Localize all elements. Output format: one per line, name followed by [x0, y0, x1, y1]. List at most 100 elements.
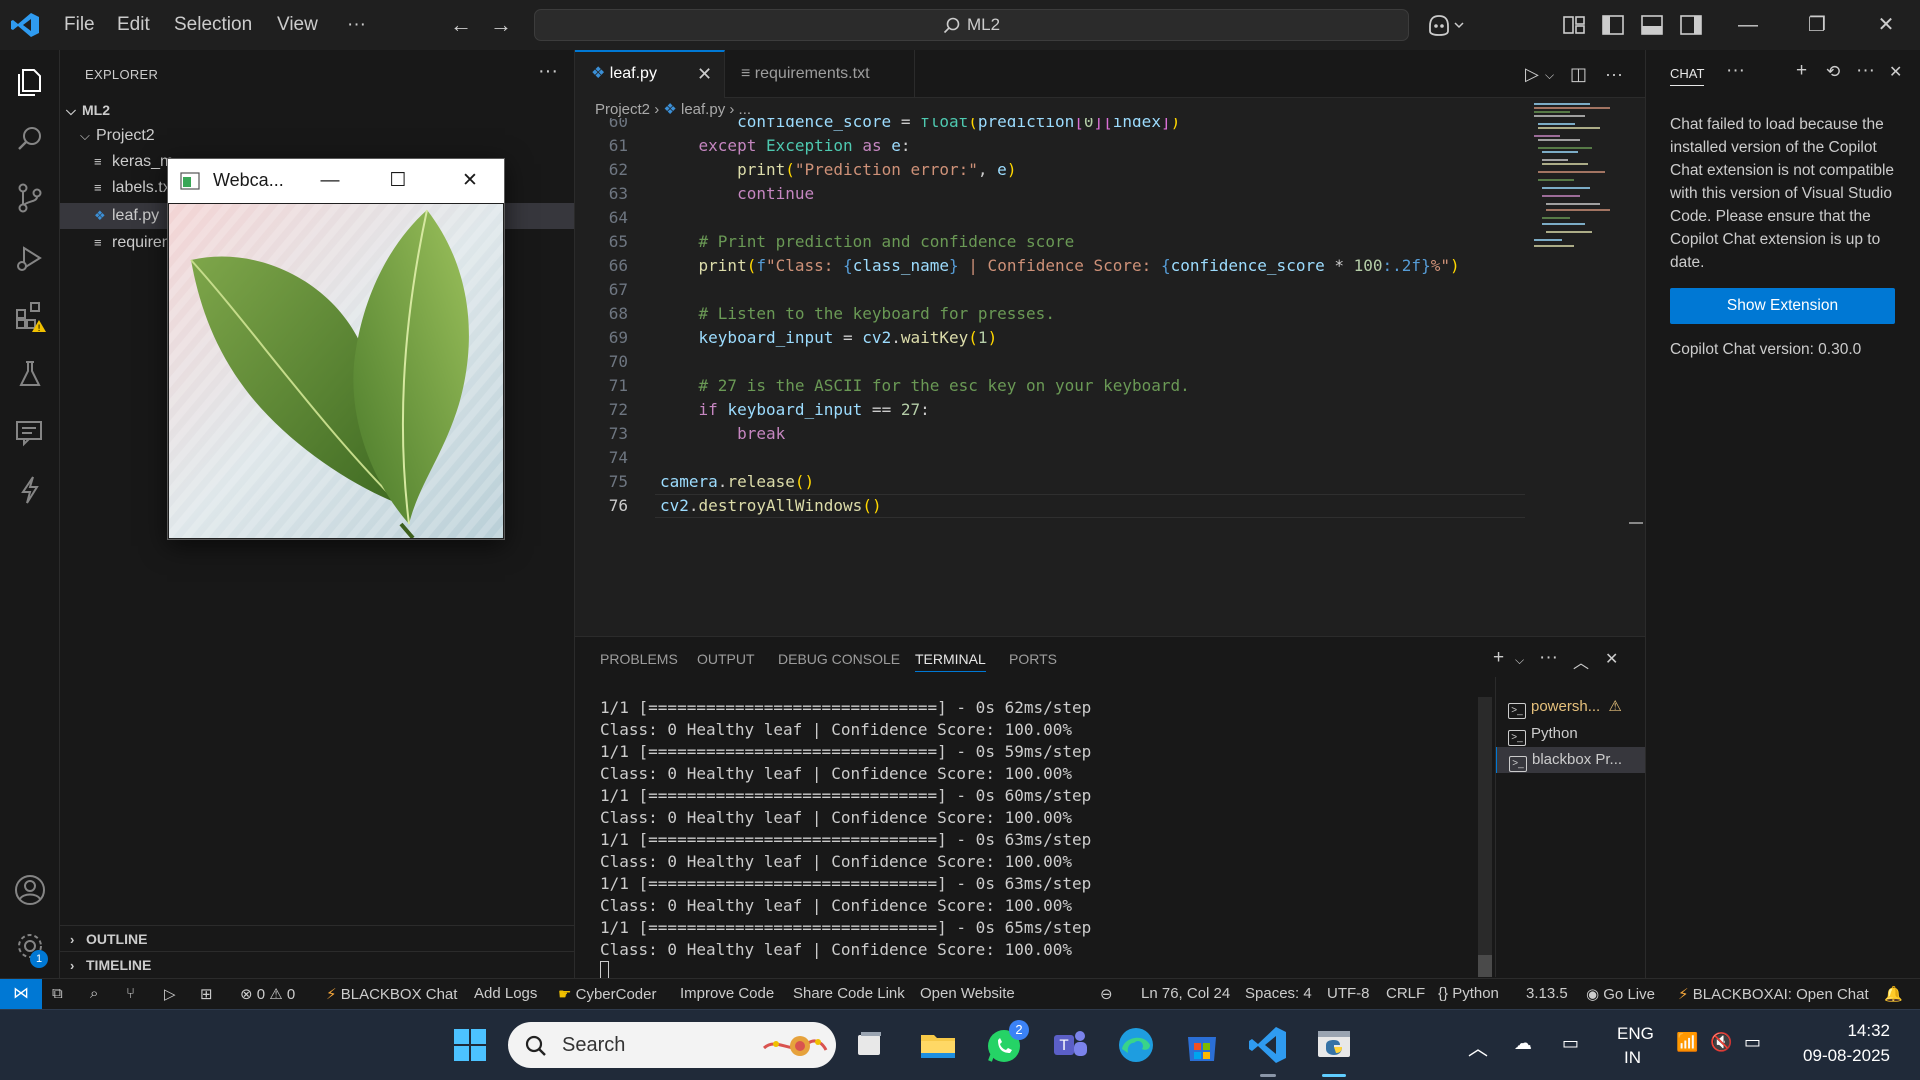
terminal-scrollbar[interactable]: [1478, 697, 1492, 977]
close-chat-icon[interactable]: ✕: [1889, 62, 1902, 82]
webcam-maximize-button[interactable]: ☐: [378, 165, 418, 197]
edge-browser-icon[interactable]: [1114, 1023, 1158, 1067]
microsoft-store-icon[interactable]: [1180, 1023, 1224, 1067]
workspace-root[interactable]: ⌵ ML2: [60, 97, 574, 123]
breadcrumb-file[interactable]: leaf.py: [681, 101, 725, 118]
blackbox-chat-item[interactable]: ⚡ BLACKBOX Chat: [326, 985, 457, 1003]
teams-icon[interactable]: T: [1048, 1023, 1092, 1067]
command-center-search[interactable]: ML2: [534, 9, 1409, 41]
source-control-icon[interactable]: [12, 180, 48, 216]
tab-debug-console[interactable]: DEBUG CONSOLE: [778, 651, 900, 667]
python-interpreter[interactable]: 3.13.5: [1526, 985, 1568, 1002]
end-of-line[interactable]: CRLF: [1386, 985, 1425, 1002]
terminal-profile-chevron-icon[interactable]: ⌵: [1515, 653, 1524, 668]
terminal-scrollbar-thumb[interactable]: [1478, 955, 1492, 977]
python-webcam-taskbar-icon[interactable]: [1312, 1023, 1356, 1067]
windows-start-icon[interactable]: [448, 1023, 492, 1067]
notifications-bell-icon[interactable]: 🔔: [1884, 985, 1903, 1003]
editor-scroll-indicator[interactable]: [1629, 522, 1643, 524]
copilot-icon[interactable]: [1426, 12, 1466, 38]
explorer-more-actions[interactable]: ···: [538, 60, 558, 83]
new-chat-icon[interactable]: +: [1796, 60, 1807, 82]
add-logs-item[interactable]: Add Logs: [474, 985, 537, 1002]
share-code-link-item[interactable]: Share Code Link: [793, 985, 905, 1002]
go-live-item[interactable]: ◉ Go Live: [1586, 985, 1655, 1003]
tab-terminal[interactable]: TERMINAL: [915, 651, 986, 672]
encoding[interactable]: UTF-8: [1327, 985, 1370, 1002]
tablet-mode-icon[interactable]: ▭: [1562, 1033, 1579, 1054]
task-view-icon[interactable]: [848, 1023, 892, 1067]
show-hidden-icons-chevron-icon[interactable]: ︿: [1468, 1032, 1488, 1061]
volume-muted-icon[interactable]: 🔇: [1710, 1032, 1732, 1053]
menu-selection[interactable]: Selection: [174, 14, 252, 36]
restore-window-button[interactable]: ❐: [1797, 10, 1837, 40]
back-arrow-icon[interactable]: ←: [450, 12, 472, 38]
taskbar-search[interactable]: Search: [508, 1022, 836, 1068]
close-window-button[interactable]: ✕: [1866, 10, 1906, 40]
run-debug-icon[interactable]: [12, 240, 48, 276]
run-python-file-icon[interactable]: ▷: [1525, 64, 1539, 85]
webcam-close-button[interactable]: ✕: [450, 165, 490, 197]
wifi-icon[interactable]: 📶: [1676, 1032, 1698, 1053]
split-editor-icon[interactable]: ◫: [1570, 64, 1587, 85]
new-terminal-icon[interactable]: +: [1493, 647, 1504, 669]
battery-icon[interactable]: ▭: [1744, 1032, 1761, 1053]
explorer-icon[interactable]: [12, 64, 48, 100]
problems-counter[interactable]: ⊗ 0 ⚠ 0: [240, 985, 295, 1003]
editor-more-actions[interactable]: ···: [1605, 64, 1623, 85]
menu-file[interactable]: File: [64, 14, 95, 36]
run-options-chevron-icon[interactable]: ⌵: [1545, 68, 1554, 83]
remote-explorer-icon[interactable]: [12, 414, 48, 450]
vscode-taskbar-icon[interactable]: [1246, 1023, 1290, 1067]
breadcrumb-folder[interactable]: Project2: [595, 101, 650, 118]
accounts-icon[interactable]: [12, 872, 48, 908]
clock-date[interactable]: 09-08-2025: [1795, 1046, 1890, 1066]
close-tab-icon[interactable]: ✕: [697, 52, 712, 96]
tab-problems[interactable]: PROBLEMS: [600, 651, 678, 667]
webcam-window[interactable]: Webca... — ☐ ✕: [167, 158, 505, 540]
cursor-position[interactable]: Ln 76, Col 24: [1141, 985, 1230, 1002]
zoom-icon[interactable]: ⊖: [1100, 985, 1113, 1003]
tab-ports[interactable]: PORTS: [1009, 651, 1057, 667]
cloud-sync-icon[interactable]: ☁: [1514, 1033, 1532, 1054]
menu-more[interactable]: ···: [347, 14, 366, 36]
search-icon[interactable]: ⌕: [90, 985, 98, 1002]
toggle-panel-icon[interactable]: [1639, 12, 1665, 38]
clock-time[interactable]: 14:32: [1830, 1021, 1890, 1041]
outline-section[interactable]: › OUTLINE: [60, 925, 574, 951]
panel-more-actions[interactable]: ···: [1539, 647, 1558, 669]
terminal-item-python[interactable]: >_ Python: [1496, 721, 1646, 747]
chat-more-actions[interactable]: ···: [1726, 60, 1745, 82]
testing-icon[interactable]: [12, 356, 48, 392]
menu-edit[interactable]: Edit: [117, 14, 150, 36]
copy-icon[interactable]: ⧉: [52, 985, 63, 1002]
timeline-section[interactable]: › TIMELINE: [60, 951, 574, 977]
breadcrumb-symbol[interactable]: ...: [739, 101, 752, 118]
maximize-panel-icon[interactable]: ︿: [1573, 649, 1589, 673]
extensions-icon[interactable]: !: [12, 298, 48, 334]
minimize-window-button[interactable]: —: [1728, 10, 1768, 40]
tab-leaf-py[interactable]: ❖ leaf.py ✕: [575, 50, 725, 98]
tab-output[interactable]: OUTPUT: [697, 651, 755, 667]
remote-indicator-icon[interactable]: ⋈: [0, 979, 42, 1010]
indentation[interactable]: Spaces: 4: [1245, 985, 1312, 1002]
source-control-icon[interactable]: ⑂: [126, 985, 135, 1002]
input-region[interactable]: IN: [1624, 1048, 1641, 1068]
language-mode[interactable]: {} Python: [1438, 985, 1499, 1002]
search-icon[interactable]: [12, 122, 48, 158]
show-extension-button[interactable]: Show Extension: [1670, 288, 1895, 324]
menu-view[interactable]: View: [277, 14, 318, 36]
forward-arrow-icon[interactable]: →: [490, 12, 512, 38]
toggle-secondary-sidebar-icon[interactable]: [1678, 12, 1704, 38]
file-explorer-icon[interactable]: [916, 1023, 960, 1067]
run-icon[interactable]: ▷: [164, 985, 176, 1003]
blackboxai-open-chat-item[interactable]: ⚡ BLACKBOXAI: Open Chat: [1678, 985, 1869, 1003]
close-panel-icon[interactable]: ✕: [1605, 649, 1618, 669]
improve-code-item[interactable]: Improve Code: [680, 985, 774, 1002]
minimap[interactable]: [1530, 100, 1630, 280]
input-language[interactable]: ENG: [1617, 1024, 1654, 1044]
customize-layout-icon[interactable]: [1561, 12, 1587, 38]
folder-project2[interactable]: ⌵ Project2: [60, 123, 574, 149]
blackbox-bolt-icon[interactable]: [12, 472, 48, 508]
toggle-primary-sidebar-icon[interactable]: [1600, 12, 1626, 38]
